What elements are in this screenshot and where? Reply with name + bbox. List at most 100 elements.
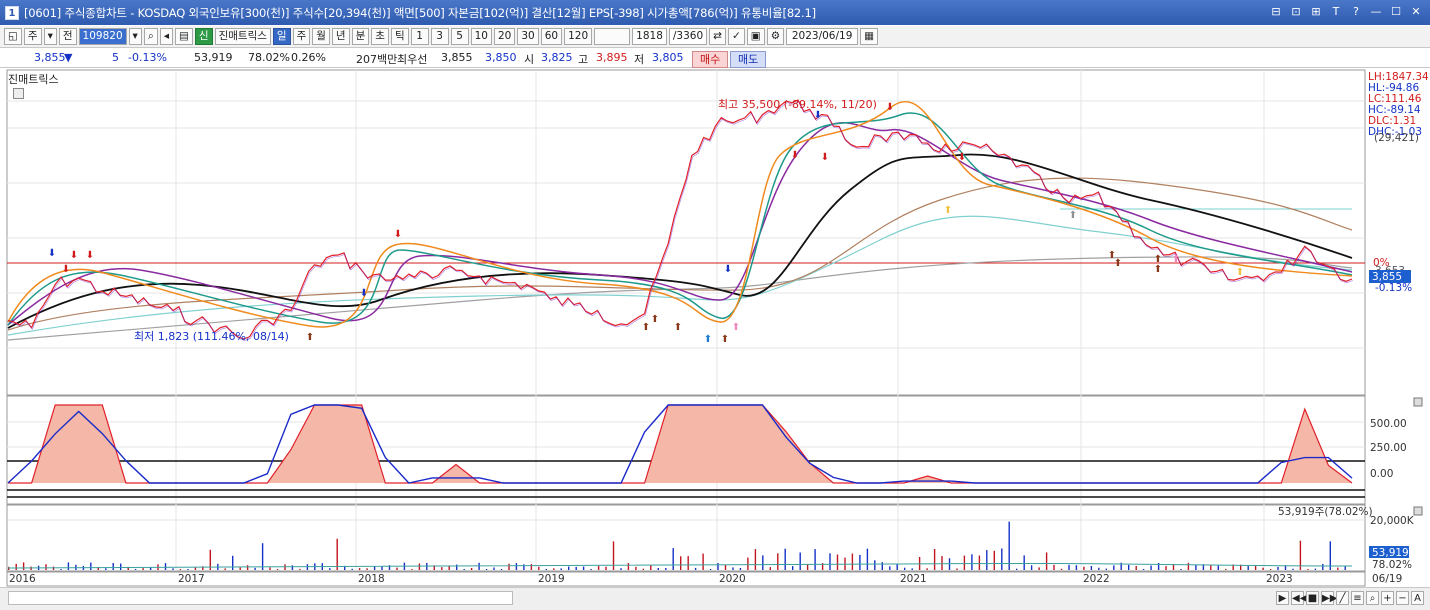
- sell-button[interactable]: 매도: [730, 51, 767, 68]
- volume-bar: [680, 556, 682, 570]
- stop-icon[interactable]: ■: [1306, 591, 1319, 605]
- buy-button[interactable]: 매수: [692, 51, 729, 68]
- play-icon[interactable]: ▶: [1276, 591, 1289, 605]
- search-icon[interactable]: ⌕: [143, 28, 158, 45]
- volume-bar: [67, 562, 70, 570]
- volume-bar: [769, 567, 771, 570]
- volume-bar: [441, 567, 443, 570]
- volume-bar: [351, 568, 353, 570]
- layout-toggle-icon[interactable]: ◱: [4, 28, 22, 45]
- interval-3[interactable]: 3: [430, 28, 449, 45]
- down-arrow-icon: ▼: [64, 51, 73, 64]
- minimize-icon[interactable]: —: [1368, 4, 1384, 20]
- volume-bar: [470, 568, 473, 570]
- volume-bar: [336, 538, 338, 570]
- volume-bar: [52, 566, 55, 570]
- quote-bar: 3,855 ▼ 5 -0.13% 53,919 78.02% 0.26% 207…: [0, 49, 1430, 68]
- layout-icon[interactable]: ⊞: [1308, 4, 1324, 20]
- tile-icon[interactable]: ⊟: [1268, 4, 1284, 20]
- check-icon[interactable]: ✓: [727, 28, 745, 45]
- scroll-bar[interactable]: ▶ ◀◀ ■ ▶▶ ╱ ≡ ⌕ + − A: [0, 587, 1430, 610]
- x-label-2016: 2016: [9, 573, 36, 585]
- interval-1[interactable]: 1: [410, 28, 429, 45]
- period-day[interactable]: 일: [272, 28, 291, 45]
- volume-bar: [1128, 564, 1130, 570]
- osc-axis-0: 0.00: [1370, 468, 1393, 480]
- volume-bar: [60, 569, 62, 570]
- stock-code-input[interactable]: 109820: [78, 28, 127, 45]
- line-tool-icon[interactable]: ╱: [1336, 591, 1349, 605]
- gear-icon[interactable]: ⚙: [766, 28, 785, 45]
- volume-bar: [1210, 565, 1212, 570]
- low-annotation: 최저 1,823 (111.46%, 08/14): [134, 330, 289, 343]
- sound-icon[interactable]: ◂: [159, 28, 173, 45]
- volume-bar: [642, 568, 645, 570]
- interval-20[interactable]: 20: [493, 28, 516, 45]
- period-month[interactable]: 월: [312, 28, 330, 45]
- scroll-thumb[interactable]: [8, 591, 513, 605]
- period-minute[interactable]: 분: [351, 28, 370, 45]
- new-badge[interactable]: 신: [194, 28, 213, 45]
- best-quote-label: 최우선: [397, 53, 428, 66]
- volume-bar: [777, 553, 779, 570]
- search-icon[interactable]: ⌕: [1366, 591, 1379, 605]
- chart-menu-icon[interactable]: [13, 88, 24, 99]
- interval-60[interactable]: 60: [540, 28, 563, 45]
- volume-bar: [120, 563, 122, 570]
- measure-icon[interactable]: ≡: [1351, 591, 1364, 605]
- volume-bar: [1292, 568, 1294, 570]
- type-select[interactable]: 전: [58, 28, 77, 45]
- volume-bar: [478, 562, 480, 570]
- volume-bar: [194, 567, 197, 570]
- change-pct-label: -0.13%: [1375, 282, 1412, 294]
- volume-bar: [1337, 567, 1339, 570]
- interval-120[interactable]: 120: [564, 28, 593, 45]
- interval-5[interactable]: 5: [450, 28, 469, 45]
- interval-10[interactable]: 10: [470, 28, 492, 45]
- bar-count-input[interactable]: 1818: [632, 28, 667, 45]
- volume-bar: [500, 569, 503, 570]
- list-icon[interactable]: ▤: [175, 28, 193, 45]
- close-icon[interactable]: ✕: [1408, 4, 1424, 20]
- osc-pane-control[interactable]: [1413, 397, 1423, 407]
- volume-bar: [866, 548, 869, 570]
- volume-bar: [956, 568, 958, 570]
- period-week[interactable]: 주: [292, 28, 311, 45]
- zoom-in-icon[interactable]: +: [1381, 591, 1394, 605]
- mode-select[interactable]: 주: [23, 28, 42, 45]
- x-label-2021: 2021: [900, 573, 927, 585]
- signal-arrow-icon: ⬆: [704, 334, 712, 345]
- volume-bar: [276, 569, 279, 570]
- zoom-out-icon[interactable]: −: [1396, 591, 1409, 605]
- period-year[interactable]: 년: [331, 28, 350, 45]
- x-label-2023: 2023: [1266, 573, 1293, 585]
- volume-bar: [515, 563, 518, 570]
- text-icon[interactable]: T: [1328, 4, 1344, 20]
- forward-icon[interactable]: ▶▶: [1321, 591, 1337, 605]
- volume-bar: [732, 567, 734, 570]
- custom-interval-input[interactable]: [594, 28, 631, 45]
- period-second[interactable]: 초: [371, 28, 389, 45]
- font-icon[interactable]: A: [1411, 591, 1424, 605]
- signal-arrow-icon: ⬆: [674, 322, 682, 333]
- save-icon[interactable]: ▣: [746, 28, 765, 45]
- volume-bar: [1001, 548, 1003, 570]
- calendar-icon[interactable]: ▦: [860, 28, 879, 45]
- stock-chart[interactable]: ⬇ ⬇ ⬇ ⬇ ⬇ ⬇ ⬆ ⬆ ⬆ ⬆ ⬆ ⬆ ⬇ ⬆ ⬇ ⬇ ⬇ ⬇ ⬆ ⬇ …: [0, 69, 1430, 587]
- maximize-icon[interactable]: ☐: [1388, 4, 1404, 20]
- bar-total-label: /3360: [668, 28, 708, 45]
- link-icon[interactable]: ⇄: [709, 28, 726, 45]
- help-icon[interactable]: ?: [1348, 4, 1364, 20]
- date-input[interactable]: 2023/06/19: [786, 28, 859, 45]
- volume-bar: [553, 568, 555, 570]
- volume-bar: [814, 549, 816, 570]
- cascade-icon[interactable]: ⊡: [1288, 4, 1304, 20]
- rewind-icon[interactable]: ◀◀: [1291, 591, 1307, 605]
- volume-bar: [1142, 569, 1145, 570]
- interval-30[interactable]: 30: [517, 28, 539, 45]
- vol-pane-control[interactable]: [1413, 506, 1423, 516]
- code-dropdown-icon[interactable]: ▾: [128, 28, 142, 45]
- volume-bar: [627, 563, 630, 570]
- chevron-down-icon[interactable]: ▾: [43, 28, 57, 45]
- period-tick[interactable]: 틱: [390, 28, 409, 45]
